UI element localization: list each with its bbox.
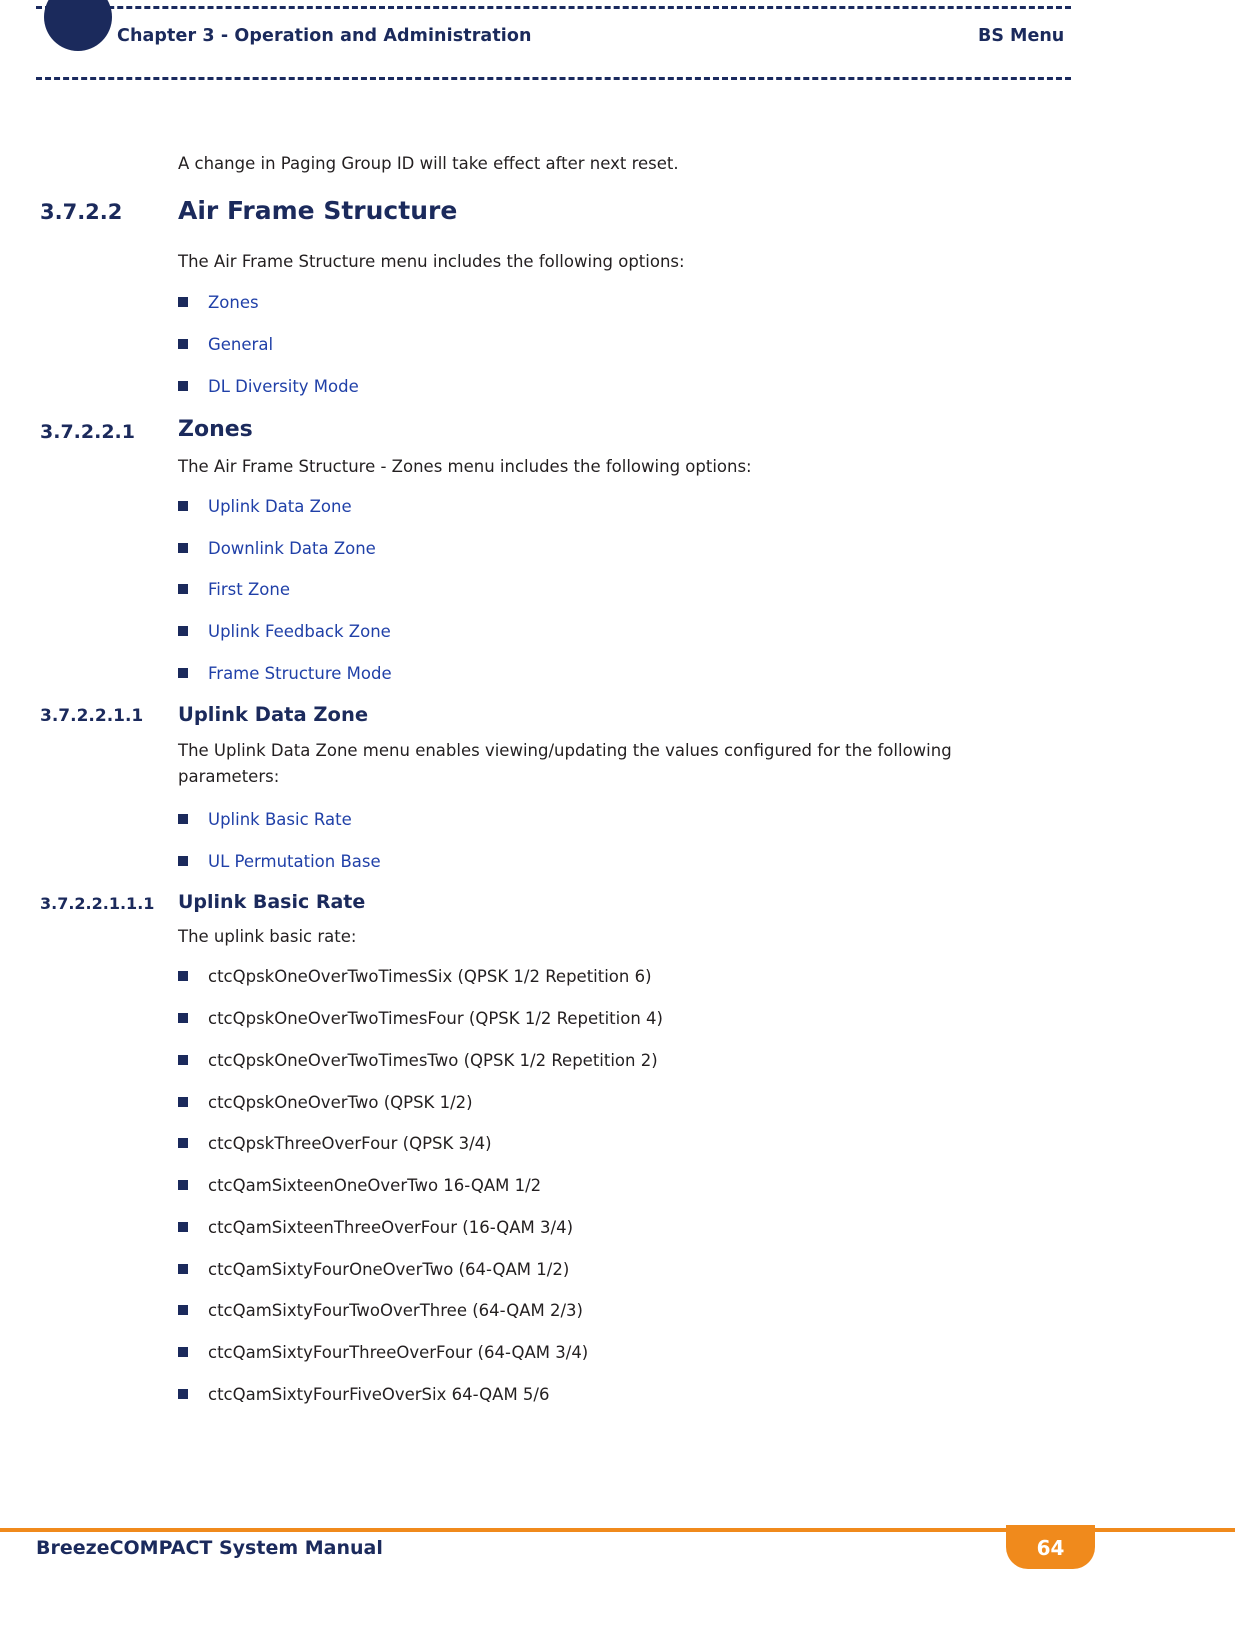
list-item[interactable]: Zones <box>178 292 259 313</box>
bullet-square-icon <box>178 814 188 824</box>
zones-intro: The Air Frame Structure - Zones menu inc… <box>178 457 752 476</box>
bullet-square-icon <box>178 1138 188 1148</box>
bullet-square-icon <box>178 668 188 678</box>
list-item[interactable]: Uplink Data Zone <box>178 496 352 517</box>
list-item-label: ctcQamSixteenThreeOverFour (16-QAM 3/4) <box>208 1218 574 1237</box>
link-label[interactable]: Uplink Data Zone <box>208 497 352 516</box>
list-item-label: ctcQpskOneOverTwoTimesSix (QPSK 1/2 Repe… <box>208 967 652 986</box>
list-item[interactable]: Frame Structure Mode <box>178 663 392 684</box>
bullet-square-icon <box>178 381 188 391</box>
list-item[interactable]: Downlink Data Zone <box>178 538 376 559</box>
uplink-basic-rate-intro: The uplink basic rate: <box>178 927 357 946</box>
section-title-uplink-data-zone: Uplink Data Zone <box>178 703 369 726</box>
bullet-square-icon <box>178 971 188 981</box>
list-item: ctcQpskOneOverTwo (QPSK 1/2) <box>178 1092 473 1113</box>
link-label[interactable]: General <box>208 335 273 354</box>
list-item[interactable]: Uplink Feedback Zone <box>178 621 391 642</box>
link-label[interactable]: Uplink Basic Rate <box>208 810 352 829</box>
header-top-dashed-rule <box>36 6 1071 9</box>
bullet-square-icon <box>178 1389 188 1399</box>
bullet-square-icon <box>178 1347 188 1357</box>
list-item-label: ctcQamSixtyFourTwoOverThree (64-QAM 2/3) <box>208 1301 583 1320</box>
list-item: ctcQamSixtyFourTwoOverThree (64-QAM 2/3) <box>178 1300 583 1321</box>
bullet-square-icon <box>178 1180 188 1190</box>
bullet-square-icon <box>178 543 188 553</box>
list-item-label: ctcQamSixtyFourThreeOverFour (64-QAM 3/4… <box>208 1343 589 1362</box>
link-label[interactable]: Uplink Feedback Zone <box>208 622 391 641</box>
list-item[interactable]: First Zone <box>178 579 290 600</box>
bullet-square-icon <box>178 339 188 349</box>
header-section-title: BS Menu <box>978 26 1065 46</box>
list-item: ctcQpskOneOverTwoTimesSix (QPSK 1/2 Repe… <box>178 966 652 987</box>
footer-page-number: 64 <box>1036 1536 1065 1560</box>
list-item[interactable]: Uplink Basic Rate <box>178 809 352 830</box>
list-item: ctcQamSixtyFourFiveOverSix 64-QAM 5/6 <box>178 1384 550 1405</box>
bullet-square-icon <box>178 297 188 307</box>
list-item: ctcQpskOneOverTwoTimesFour (QPSK 1/2 Rep… <box>178 1008 663 1029</box>
list-item[interactable]: DL Diversity Mode <box>178 376 359 397</box>
list-item-label: ctcQpskOneOverTwoTimesFour (QPSK 1/2 Rep… <box>208 1009 663 1028</box>
section-number-uplink-basic-rate: 3.7.2.2.1.1.1 <box>40 894 155 913</box>
list-item-label: ctcQamSixteenOneOverTwo 16-QAM 1/2 <box>208 1176 542 1195</box>
list-item[interactable]: UL Permutation Base <box>178 851 381 872</box>
section-title-zones: Zones <box>178 417 253 442</box>
bullet-square-icon <box>178 1013 188 1023</box>
bullet-square-icon <box>178 1305 188 1315</box>
link-label[interactable]: Downlink Data Zone <box>208 539 376 558</box>
header-bottom-dashed-rule <box>36 77 1071 80</box>
list-item: ctcQamSixtyFourOneOverTwo (64-QAM 1/2) <box>178 1259 569 1280</box>
list-item[interactable]: General <box>178 334 273 355</box>
section-number-uplink-data-zone: 3.7.2.2.1.1 <box>40 706 144 726</box>
page-header: Chapter 3 - Operation and Administration… <box>0 0 1235 90</box>
list-item: ctcQamSixteenThreeOverFour (16-QAM 3/4) <box>178 1217 573 1238</box>
header-logo-circle <box>44 0 112 51</box>
list-item-label: ctcQpskThreeOverFour (QPSK 3/4) <box>208 1134 492 1153</box>
bullet-square-icon <box>178 1097 188 1107</box>
list-item: ctcQamSixteenOneOverTwo 16-QAM 1/2 <box>178 1175 541 1196</box>
section-title-uplink-basic-rate: Uplink Basic Rate <box>178 891 366 913</box>
link-label[interactable]: UL Permutation Base <box>208 852 381 871</box>
bullet-square-icon <box>178 626 188 636</box>
paging-group-note: A change in Paging Group ID will take ef… <box>178 154 679 173</box>
bullet-square-icon <box>178 1264 188 1274</box>
bullet-square-icon <box>178 1055 188 1065</box>
header-chapter-title: Chapter 3 - Operation and Administration <box>117 26 532 46</box>
bullet-square-icon <box>178 501 188 511</box>
section-number-zones: 3.7.2.2.1 <box>40 421 135 443</box>
list-item: ctcQamSixtyFourThreeOverFour (64-QAM 3/4… <box>178 1342 588 1363</box>
footer-manual-title: BreezeCOMPACT System Manual <box>36 1537 383 1559</box>
list-item-label: ctcQamSixtyFourOneOverTwo (64-QAM 1/2) <box>208 1260 570 1279</box>
bullet-square-icon <box>178 856 188 866</box>
uplink-data-zone-intro-line1: The Uplink Data Zone menu enables viewin… <box>178 741 952 760</box>
list-item: ctcQpskOneOverTwoTimesTwo (QPSK 1/2 Repe… <box>178 1050 658 1071</box>
link-label[interactable]: Frame Structure Mode <box>208 664 392 683</box>
list-item-label: ctcQpskOneOverTwoTimesTwo (QPSK 1/2 Repe… <box>208 1051 658 1070</box>
list-item-label: ctcQpskOneOverTwo (QPSK 1/2) <box>208 1093 473 1112</box>
section-number-air-frame: 3.7.2.2 <box>40 200 123 224</box>
air-frame-intro: The Air Frame Structure menu includes th… <box>178 252 685 271</box>
bullet-square-icon <box>178 584 188 594</box>
bullet-square-icon <box>178 1222 188 1232</box>
link-label[interactable]: DL Diversity Mode <box>208 377 359 396</box>
list-item: ctcQpskThreeOverFour (QPSK 3/4) <box>178 1133 492 1154</box>
uplink-data-zone-intro-line2: parameters: <box>178 767 280 786</box>
link-label[interactable]: First Zone <box>208 580 290 599</box>
link-label[interactable]: Zones <box>208 293 259 312</box>
list-item-label: ctcQamSixtyFourFiveOverSix 64-QAM 5/6 <box>208 1385 550 1404</box>
section-title-air-frame: Air Frame Structure <box>178 196 458 225</box>
